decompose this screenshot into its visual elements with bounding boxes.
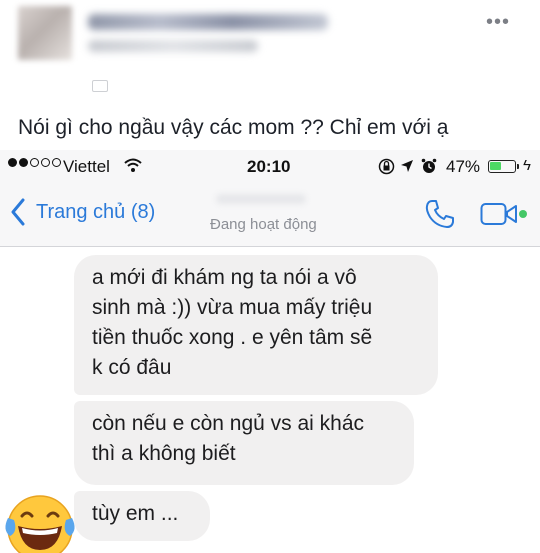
message-bubble[interactable]: a mới đi khám ng ta nói a vô sinh mà :))…: [74, 255, 438, 395]
contact-name-blurred[interactable]: [216, 194, 306, 204]
laughing-tears-emoji: [5, 495, 75, 553]
status-time: 20:10: [247, 157, 291, 176]
orientation-lock-icon: [378, 158, 395, 175]
message-bubble[interactable]: tùy em ...: [74, 491, 210, 541]
author-avatar[interactable]: [18, 6, 72, 60]
battery-percent: 47%: [446, 157, 481, 176]
ellipsis-icon[interactable]: •••: [486, 12, 510, 32]
chevron-left-icon[interactable]: [10, 198, 26, 226]
message-line: còn nếu e còn ngủ vs ai khác: [92, 412, 365, 435]
message-line: a mới đi khám ng ta nói a vô: [92, 266, 357, 289]
message-line: sinh mà :)) vừa mua mấy triệu: [92, 296, 373, 319]
battery-icon: [488, 160, 516, 173]
charging-bolt-icon: ϟ: [523, 157, 531, 174]
post-caption: Nói gì cho ngầu vậy các mom ?? Chỉ em vớ…: [18, 116, 449, 139]
battery-fill: [490, 162, 501, 170]
battery-nub: [517, 164, 519, 169]
post-header: •••: [0, 0, 540, 100]
messenger-screenshot: Viettel 20:10 47% ϟ Trang chủ (8) Đang h…: [0, 150, 540, 553]
contact-status: Đang hoạt động: [210, 216, 317, 233]
message-line: thì a không biết: [92, 442, 236, 465]
wifi-icon: [124, 158, 142, 172]
signal-strength-icon: [8, 158, 61, 167]
location-arrow-icon: [401, 160, 413, 172]
video-call-icon[interactable]: [480, 202, 528, 228]
message-line: tiền thuốc xong . e yên tâm sẽ: [92, 326, 373, 349]
carrier-name: Viettel: [63, 157, 110, 176]
message-line: k có đâu: [92, 356, 172, 379]
alarm-clock-icon: [421, 158, 437, 173]
phone-call-icon[interactable]: [424, 198, 456, 230]
status-bar: Viettel 20:10 47% ϟ: [0, 150, 540, 184]
message-thread: a mới đi khám ng ta nói a vô sinh mà :))…: [0, 247, 540, 553]
post-meta-blurred: [88, 40, 258, 52]
message-bubble[interactable]: còn nếu e còn ngủ vs ai khác thì a không…: [74, 401, 414, 485]
chat-header: Trang chủ (8) Đang hoạt động: [0, 184, 540, 247]
author-name-blurred[interactable]: [88, 14, 328, 30]
back-button[interactable]: Trang chủ (8): [36, 201, 155, 224]
privacy-icon: [92, 80, 108, 92]
message-line: tùy em ...: [92, 502, 179, 525]
